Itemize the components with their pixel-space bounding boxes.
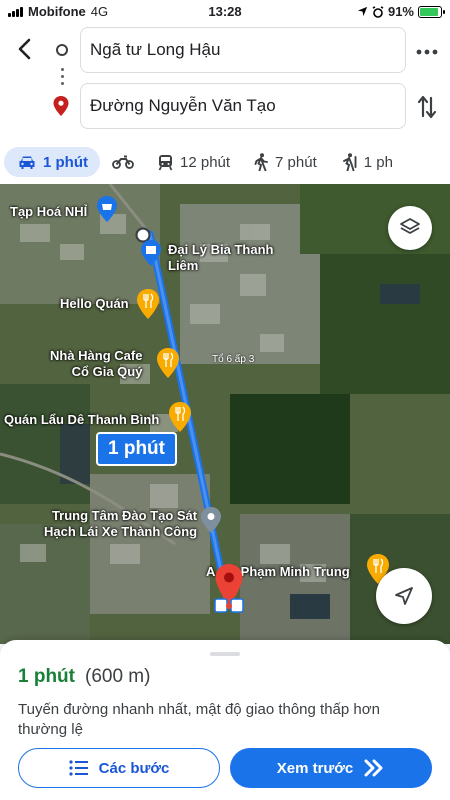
shop-pin-icon bbox=[97, 196, 117, 222]
route-duration: 1 phút bbox=[18, 666, 75, 687]
poi-label-hello-quan[interactable]: Hello Quán bbox=[60, 296, 129, 312]
route-distance: (600 m) bbox=[85, 666, 151, 687]
poi-label-tap-hoa[interactable]: Tạp Hoá NHỈ bbox=[10, 204, 87, 220]
route-description: Tuyến đường nhanh nhất, mật độ giao thôn… bbox=[18, 701, 380, 738]
route-summary-sheet: 1 phút (600 m) Tuyến đường nhanh nhất, m… bbox=[0, 640, 450, 800]
poi-label-quan-lau[interactable]: Quán Lẩu Dê Thanh Bình bbox=[4, 412, 159, 428]
layers-button[interactable] bbox=[388, 206, 432, 250]
location-arrow-icon bbox=[357, 6, 368, 17]
maps-directions-screen: Mobifone 4G 13:28 91% Ngã tư Long Hậu Đư… bbox=[0, 0, 450, 800]
poi-label-nha-hang[interactable]: Nhà Hàng Cafe Cổ Gia Quý bbox=[50, 348, 142, 380]
preview-button-label: Xem trước bbox=[276, 759, 354, 777]
more-options-button[interactable] bbox=[416, 38, 438, 61]
tab-walking[interactable]: 7 phút bbox=[242, 147, 329, 177]
destination-input[interactable]: Đường Nguyễn Văn Tạo bbox=[80, 83, 406, 129]
parking-marker-icon bbox=[214, 598, 244, 613]
steps-button-label: Các bước bbox=[98, 759, 170, 777]
battery-icon bbox=[418, 5, 445, 18]
motorbike-icon bbox=[112, 155, 134, 169]
tab-ride[interactable]: 1 ph bbox=[329, 147, 405, 177]
tab-motorbike[interactable] bbox=[100, 147, 146, 177]
ride-icon bbox=[342, 153, 357, 171]
car-icon bbox=[19, 156, 35, 169]
alarm-icon bbox=[372, 5, 384, 18]
list-icon bbox=[69, 760, 88, 776]
tab-transit-label: 12 phút bbox=[180, 153, 231, 171]
tab-driving[interactable]: 1 phút bbox=[4, 147, 100, 177]
double-chevron-right-icon bbox=[364, 759, 383, 777]
route-duration-callout[interactable]: 1 phút bbox=[96, 432, 177, 466]
travel-mode-tabs: 1 phút 12 phút 7 phút 1 ph bbox=[0, 140, 450, 184]
walk-icon bbox=[254, 153, 268, 171]
route-summary: 1 phút (600 m) bbox=[18, 666, 150, 688]
restaurant-pin-icon bbox=[169, 402, 191, 432]
back-button[interactable] bbox=[10, 34, 40, 64]
preview-button[interactable]: Xem trước bbox=[230, 748, 432, 788]
tab-walking-label: 7 phút bbox=[275, 153, 317, 171]
route-header: Ngã tư Long Hậu Đường Nguyễn Văn Tạo bbox=[0, 24, 450, 136]
status-right: 91% bbox=[357, 4, 445, 19]
tab-transit[interactable]: 12 phút bbox=[146, 147, 242, 177]
sheet-drag-handle[interactable] bbox=[210, 652, 240, 656]
restaurant-pin-icon bbox=[157, 348, 179, 378]
area-label-to-6: Tổ 6 ấp 3 bbox=[212, 354, 255, 365]
place-pin-icon bbox=[201, 507, 221, 533]
tab-ride-label: 1 ph bbox=[363, 153, 393, 171]
tab-driving-label: 1 phút bbox=[43, 153, 88, 171]
swap-route-button[interactable] bbox=[416, 94, 438, 120]
back-arrow-icon bbox=[18, 38, 31, 60]
swap-vertical-icon bbox=[417, 95, 437, 119]
origin-input[interactable]: Ngã tư Long Hậu bbox=[80, 27, 406, 73]
origin-dot-icon bbox=[56, 44, 68, 56]
store-pin-icon bbox=[141, 240, 161, 266]
route-connector-icon bbox=[61, 68, 64, 85]
destination-pin-icon bbox=[53, 96, 69, 116]
poi-label-dai-ly[interactable]: Đại Lý Bia Thanh Liêm bbox=[168, 242, 273, 274]
poi-label-trung-tam[interactable]: Trung Tâm Đào Tạo Sát Hạch Lái Xe Thành … bbox=[44, 508, 197, 540]
steps-button[interactable]: Các bước bbox=[18, 748, 220, 788]
map-view[interactable]: Tạp Hoá NHỈ Đại Lý Bia Thanh Liêm Hello … bbox=[0, 184, 450, 644]
more-horizontal-icon bbox=[416, 49, 438, 55]
navigation-arrow-icon bbox=[395, 587, 413, 605]
status-bar: Mobifone 4G 13:28 91% bbox=[0, 0, 450, 24]
battery-percent: 91% bbox=[387, 4, 414, 19]
my-location-button[interactable] bbox=[376, 568, 432, 624]
transit-icon bbox=[158, 154, 173, 170]
layers-icon bbox=[400, 218, 420, 234]
restaurant-pin-icon bbox=[137, 289, 159, 319]
